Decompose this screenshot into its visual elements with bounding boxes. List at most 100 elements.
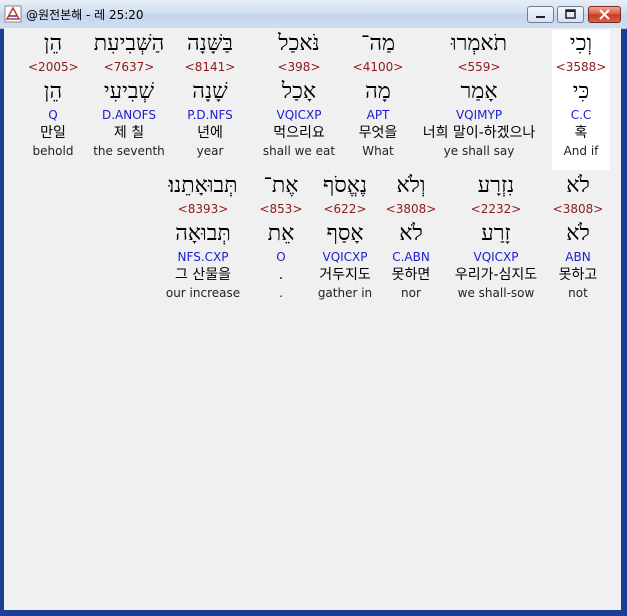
lemma: אָכַל xyxy=(281,79,317,104)
word-cell[interactable]: נִזְרָע <2232> זָרַע VQICXP 우리가-심지도 we s… xyxy=(448,172,544,312)
word-cell[interactable]: תְּבוּאָתֵנוּ׃ <8393> תְּבוּאָה NFS.CXP … xyxy=(156,172,250,312)
word-cell[interactable]: וְכִי <3588> כִּי C.C 혹 And if xyxy=(552,30,610,170)
word-cell[interactable]: בַּשָּׁנָה <8141> שָׁנָה P.D.NFS 년에 year xyxy=(174,30,246,170)
korean-gloss: 년에 xyxy=(197,125,223,141)
hebrew-word: נֹּאכַל xyxy=(278,31,320,56)
word-cell[interactable]: תֹאמְרוּ <559> אָמַר VQIMYP 너희 말이-하겠으나 y… xyxy=(412,30,546,170)
parsing-code: C.C xyxy=(570,108,592,122)
strong-number[interactable]: <2005> xyxy=(28,58,79,76)
parsing-code: P.D.NFS xyxy=(187,108,233,122)
english-gloss: we shall-sow xyxy=(457,286,535,300)
app-window: @원전본해 - 레 25:20 וְכִי <3588> כִּי C.C 혹 xyxy=(0,0,627,616)
lemma: לֹא xyxy=(566,221,590,246)
title-bar[interactable]: @원전본해 - 레 25:20 xyxy=(0,0,627,29)
hebrew-word: לֹא xyxy=(566,173,590,198)
hebrew-word: תֹאמְרוּ xyxy=(450,31,508,56)
hebrew-word: נֶאֱסֹף xyxy=(322,173,368,198)
lemma: שְׁבִיעִי xyxy=(103,79,155,104)
word-cell[interactable]: נֶאֱסֹף <622> אָסַף VQICXP 거두지도 gather i… xyxy=(312,172,378,312)
lemma: אָמַר xyxy=(460,79,498,104)
english-gloss: our increase xyxy=(165,286,241,300)
strong-number[interactable]: <3808> xyxy=(552,200,604,218)
parsing-code: O xyxy=(276,250,286,264)
strong-number[interactable]: <398> xyxy=(256,58,342,76)
korean-gloss: . xyxy=(278,267,284,283)
hebrew-word: תְּבוּאָתֵנוּ׃ xyxy=(168,173,238,198)
word-cell[interactable]: אֶת־ <853> אֵת O . . xyxy=(258,172,304,312)
parsing-code: VQICXP xyxy=(322,250,368,264)
korean-gloss: 그 산물을 xyxy=(175,267,231,283)
strong-number[interactable]: <8393> xyxy=(156,200,250,218)
korean-gloss: 못하면 xyxy=(391,267,431,283)
word-cell[interactable]: נֹּאכַל <398> אָכַל VQICXP 먹으리요 shall we… xyxy=(256,30,342,170)
parsing-code: D.ANOFS xyxy=(102,108,156,122)
hebrew-word: וְכִי xyxy=(569,31,593,56)
korean-gloss: 우리가-심지도 xyxy=(454,267,538,283)
hebrew-word: מַה־ xyxy=(360,31,396,56)
lemma: תְּבוּאָה xyxy=(175,221,231,246)
english-gloss: gather in xyxy=(317,286,373,300)
lemma: זָרַע xyxy=(481,221,511,246)
parsing-code: VQICXP xyxy=(473,250,519,264)
lemma: שָׁנָה xyxy=(192,79,228,104)
korean-gloss: 혹 xyxy=(574,125,588,141)
lemma: אֵת xyxy=(267,221,295,246)
hebrew-word: הַשְּׁבִיעִת xyxy=(93,31,165,56)
hebrew-word: נִזְרָע xyxy=(477,173,515,198)
korean-gloss: 제 칠 xyxy=(113,125,145,141)
korean-gloss: 만일 xyxy=(40,125,66,141)
english-gloss: ye shall say xyxy=(443,144,515,158)
strong-number[interactable]: <2232> xyxy=(448,200,544,218)
english-gloss: And if xyxy=(563,144,599,158)
lemma: לֹא xyxy=(399,221,423,246)
parsing-code: APT xyxy=(366,108,390,122)
lemma: כִּי xyxy=(572,79,590,104)
restore-icon xyxy=(565,9,576,19)
strong-number[interactable]: <559> xyxy=(412,58,546,76)
word-cell[interactable]: מַה־ <4100> מָה APT 무엇을 What xyxy=(348,30,408,170)
minimize-icon xyxy=(536,16,545,18)
english-gloss: What xyxy=(362,144,394,158)
strong-number[interactable]: <622> xyxy=(312,200,378,218)
maximize-button[interactable] xyxy=(557,6,584,23)
english-gloss: shall we eat xyxy=(262,144,336,158)
hebrew-word: בַּשָּׁנָה xyxy=(187,31,233,56)
hebrew-word: אֶת־ xyxy=(263,173,299,198)
strong-number[interactable]: <8141> xyxy=(174,58,246,76)
word-cell[interactable]: הֵן <2005> הֵן Q 만일 behold xyxy=(28,30,79,170)
close-button[interactable] xyxy=(588,6,621,23)
minimize-button[interactable] xyxy=(527,6,554,23)
verse-view: וְכִי <3588> כִּי C.C 혹 And if תֹאמְרוּ … xyxy=(4,28,621,610)
parsing-code: C.ABN xyxy=(392,250,430,264)
korean-gloss: 거두지도 xyxy=(319,267,371,283)
korean-gloss: 먹으리요 xyxy=(273,125,325,141)
word-cell[interactable]: וְלֹא <3808> לֹא C.ABN 못하면 nor xyxy=(384,172,438,312)
english-gloss: . xyxy=(279,286,283,300)
english-gloss: behold xyxy=(32,144,74,158)
strong-number[interactable]: <4100> xyxy=(348,58,408,76)
strong-number[interactable]: <3808> xyxy=(384,200,438,218)
window-title: @원전본해 - 레 25:20 xyxy=(26,8,144,22)
hebrew-word: הֵן xyxy=(43,31,63,56)
strong-number[interactable]: <7637> xyxy=(90,58,168,76)
parsing-code: VQICXP xyxy=(276,108,322,122)
word-cell[interactable]: לֹא <3808> לֹא ABN 못하고 not xyxy=(552,172,604,312)
lemma: מָה xyxy=(365,79,391,104)
strong-number[interactable]: <853> xyxy=(258,200,304,218)
app-icon xyxy=(4,5,22,23)
english-gloss: not xyxy=(568,286,588,300)
english-gloss: year xyxy=(196,144,224,158)
parsing-code: NFS.CXP xyxy=(177,250,229,264)
korean-gloss: 너희 말이-하겠으나 xyxy=(422,125,536,141)
lemma: אָסַף xyxy=(326,221,364,246)
parsing-code: Q xyxy=(48,108,58,122)
hebrew-word: וְלֹא xyxy=(396,173,426,198)
english-gloss: nor xyxy=(401,286,421,300)
lemma: הֵן xyxy=(43,79,63,104)
korean-gloss: 못하고 xyxy=(558,267,598,283)
english-gloss: the seventh xyxy=(93,144,165,158)
strong-number[interactable]: <3588> xyxy=(552,58,610,76)
close-icon xyxy=(599,9,610,20)
parsing-code: ABN xyxy=(565,250,591,264)
word-cell[interactable]: הַשְּׁבִיעִת <7637> שְׁבִיעִי D.ANOFS 제 … xyxy=(90,30,168,170)
